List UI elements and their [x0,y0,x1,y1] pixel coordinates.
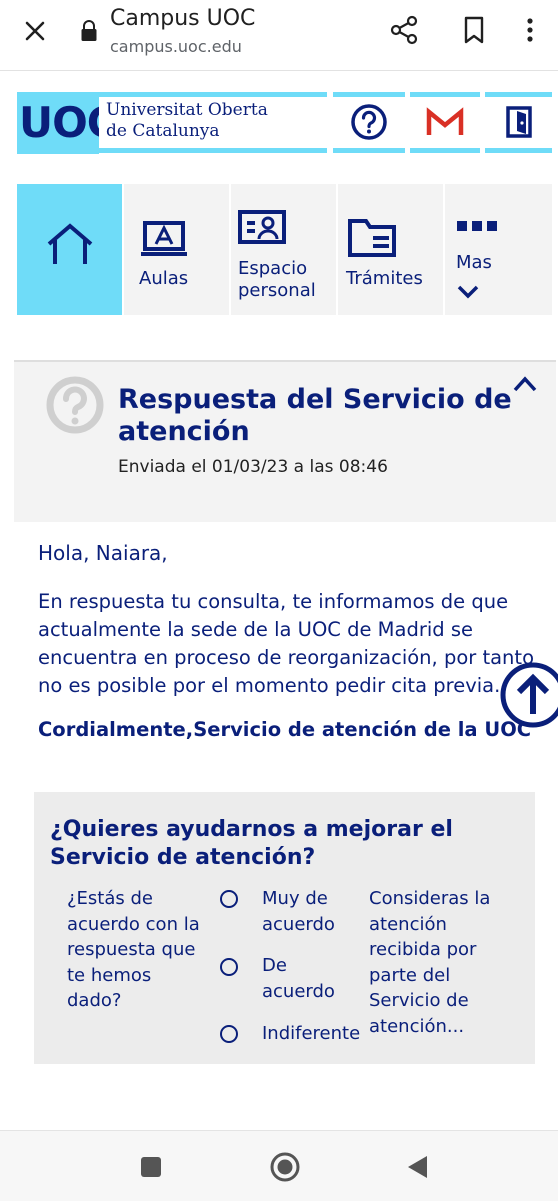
header-line [485,148,552,153]
browser-toolbar: Campus UOC campus.uoc.edu [0,0,558,71]
message-signoff: Cordialmente,Servicio de atención de la … [38,718,532,741]
bookmark-icon[interactable] [458,14,490,46]
header-line [485,92,552,97]
option-label[interactable]: Indiferente [262,1021,372,1047]
scroll-to-top-icon[interactable] [499,660,558,730]
nav-label: Mas [456,252,492,273]
header-line [333,92,405,97]
mail-icon[interactable] [425,102,465,142]
header-line [410,92,480,97]
university-name: Universitat Oberta de Catalunya [106,100,268,141]
more-vert-icon[interactable] [520,14,540,46]
option-label[interactable]: De acuerdo [262,953,352,1004]
uoc-logo[interactable]: UOC [17,92,99,154]
page-title[interactable]: Campus UOC [110,6,255,31]
nav-item-aulas[interactable]: Aulas [124,184,231,315]
chevron-up-icon[interactable] [512,374,538,394]
lock-icon [81,20,97,41]
home-nav-icon[interactable] [269,1151,301,1183]
radio-de-acuerdo[interactable] [220,958,238,976]
header-line [410,148,480,153]
recents-icon[interactable] [140,1156,162,1178]
message-title: Respuesta del Servicio de atención [118,384,512,447]
main-nav: Aulas Espacio personal Trámites Mas [17,184,552,315]
header-line [99,92,327,97]
nav-item-mas[interactable]: Mas [445,184,552,315]
radio-indiferente[interactable] [220,1025,238,1043]
nav-item-home[interactable] [17,184,124,315]
survey-question-2: Consideras la atención recibida por part… [369,888,491,1037]
option-label[interactable]: Muy de acuerdo [262,886,352,937]
more-icon [457,221,497,231]
nav-item-tramites[interactable]: Trámites [338,184,445,315]
nav-item-espacio-personal[interactable]: Espacio personal [231,184,338,315]
message-body: En respuesta tu consulta, te informamos … [38,590,534,697]
question-icon [46,376,104,434]
message-greeting: Hola, Naiara, [38,541,168,565]
nav-label: Espacio personal [238,258,316,301]
profile-icon [238,210,286,244]
close-icon[interactable] [20,16,50,46]
logout-icon[interactable] [500,102,540,142]
survey-title: ¿Quieres ayudarnos a mejorar el Servicio… [50,817,453,870]
back-icon[interactable] [405,1154,429,1180]
help-icon[interactable] [349,102,389,142]
nav-label: Aulas [139,268,189,289]
logo-text: UOC [19,98,99,147]
radio-muy-de-acuerdo[interactable] [220,890,238,908]
header-line [333,148,405,153]
nav-label: Trámites [346,268,423,289]
survey-question: ¿Estás de acuerdo con la respuesta que t… [67,888,200,1011]
page-url[interactable]: campus.uoc.edu [110,37,242,56]
system-nav-bar [0,1130,558,1201]
classroom-icon [141,221,187,256]
home-icon [47,223,93,264]
folder-icon [348,219,396,257]
share-icon[interactable] [388,14,420,46]
message-date: Enviada el 01/03/23 a las 08:46 [118,457,388,477]
chevron-down-icon [457,285,479,299]
header-line [99,148,327,153]
